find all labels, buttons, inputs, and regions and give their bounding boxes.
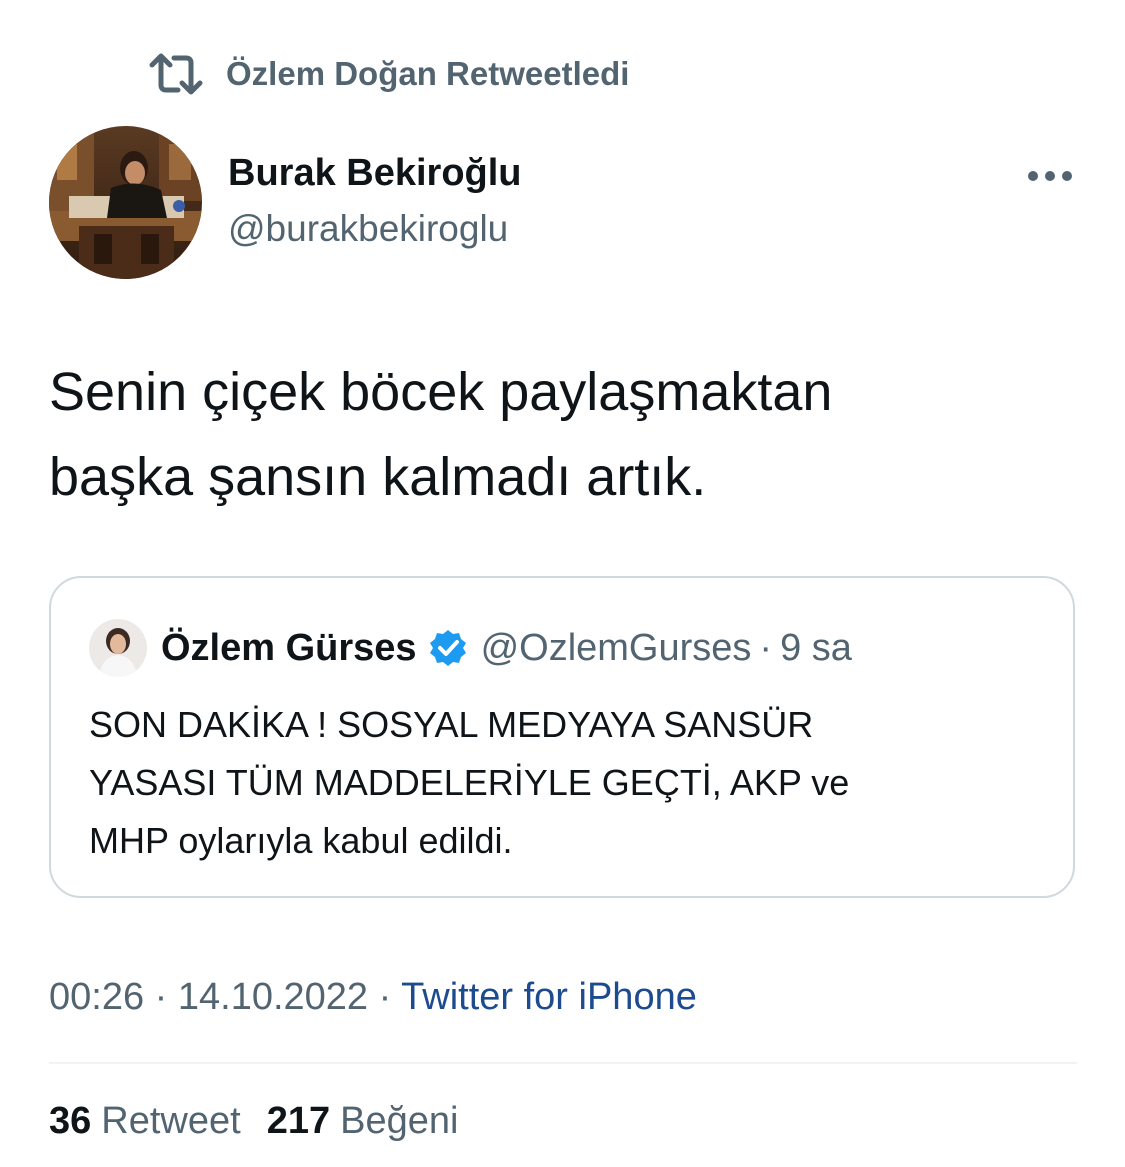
more-options-button[interactable] [1020,158,1080,194]
author-handle[interactable]: @burakbekiroglu [228,208,508,250]
retweet-context[interactable]: Özlem Doğan Retweetledi [148,52,629,96]
like-count: 217 [266,1100,331,1142]
quoted-author-avatar [89,619,147,677]
tweet-date[interactable]: 14.10.2022 [178,976,368,1018]
separator-dot: · [759,626,773,669]
separator-dot: · [154,976,168,1018]
tweet-stats: 36 Retweet 217 Beğeni [49,1100,484,1143]
author-display-name[interactable]: Burak Bekiroğlu [228,152,522,195]
tweet-text-line: Senin çiçek böcek paylaşmaktan [49,362,833,422]
separator-dot: · [378,976,392,1018]
verified-badge-icon [429,629,467,667]
quoted-tweet-header: Özlem Gürses @OzlemGurses · 9 sa [89,618,852,678]
author-avatar[interactable] [49,126,202,279]
quoted-author-handle: @OzlemGurses [480,626,752,669]
quoted-text-line: MHP oylarıyla kabul edildi. [89,820,513,861]
like-count-link[interactable]: 217 Beğeni [267,1100,459,1143]
retweet-label: Retweet [101,1100,241,1142]
tweet-text: Senin çiçek böcek paylaşmaktan başka şan… [49,350,1069,520]
tweet-meta: 00:26 · 14.10.2022 · Twitter for iPhone [49,976,697,1019]
quoted-author-display-name: Özlem Gürses [161,626,417,669]
more-horizontal-icon [1028,171,1072,181]
like-label: Beğeni [340,1100,459,1142]
quoted-text-line: YASASI TÜM MADDELERİYLE GEÇTİ, AKP ve [89,762,850,803]
retweet-count-link[interactable]: 36 Retweet [49,1100,241,1143]
tweet-text-line: başka şansın kalmadı artık. [49,447,707,507]
retweet-context-text: Özlem Doğan Retweetledi [226,55,630,92]
retweet-icon [148,52,204,96]
quoted-tweet-card[interactable]: Özlem Gürses @OzlemGurses · 9 sa SON DAK… [49,576,1075,898]
divider [49,1062,1077,1064]
quoted-tweet-text: SON DAKİKA ! SOSYAL MEDYAYA SANSÜR YASAS… [89,696,1039,870]
tweet-time[interactable]: 00:26 [49,976,144,1018]
retweet-count: 36 [49,1100,92,1142]
quoted-tweet-time: 9 sa [780,626,852,669]
tweet-source-link[interactable]: Twitter for iPhone [401,976,697,1018]
quoted-text-line: SON DAKİKA ! SOSYAL MEDYAYA SANSÜR [89,704,814,745]
